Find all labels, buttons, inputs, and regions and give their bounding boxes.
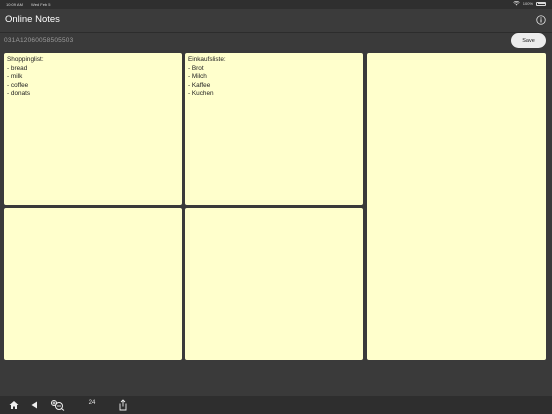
battery-icon	[536, 1, 546, 6]
status-date: Wed Feb 5	[31, 2, 51, 7]
app-window: 10:09 AM Wed Feb 5 100% Online Notes 031…	[0, 0, 552, 414]
share-icon[interactable]	[118, 399, 128, 411]
status-time: 10:09 AM	[6, 2, 23, 7]
wifi-icon	[513, 1, 520, 6]
note-toolbar: 031A12060058505503 Save	[0, 32, 552, 50]
save-button[interactable]: Save	[511, 33, 546, 48]
zoom-icon[interactable]	[50, 399, 66, 411]
note-card[interactable]: Shoppinglist: - bread - milk - coffee - …	[4, 53, 182, 205]
status-indicators: 100%	[513, 1, 546, 6]
zoom-level: 24	[88, 400, 96, 406]
bottom-toolbar: 24	[0, 396, 552, 414]
note-card[interactable]	[185, 208, 363, 360]
note-id-label: 031A12060058505503	[4, 37, 74, 44]
back-icon[interactable]	[30, 399, 38, 411]
note-card[interactable]	[367, 53, 546, 360]
page-title: Online Notes	[5, 14, 60, 25]
note-card[interactable]: Einkaufsliste: - Brot - Milch - Kaffee -…	[185, 53, 363, 205]
navigation-bar: Online Notes	[0, 9, 552, 33]
battery-percent: 100%	[522, 1, 533, 6]
info-icon[interactable]	[536, 15, 546, 25]
home-icon[interactable]	[9, 399, 19, 411]
status-bar: 10:09 AM Wed Feb 5 100%	[0, 0, 552, 9]
note-card[interactable]	[4, 208, 182, 360]
